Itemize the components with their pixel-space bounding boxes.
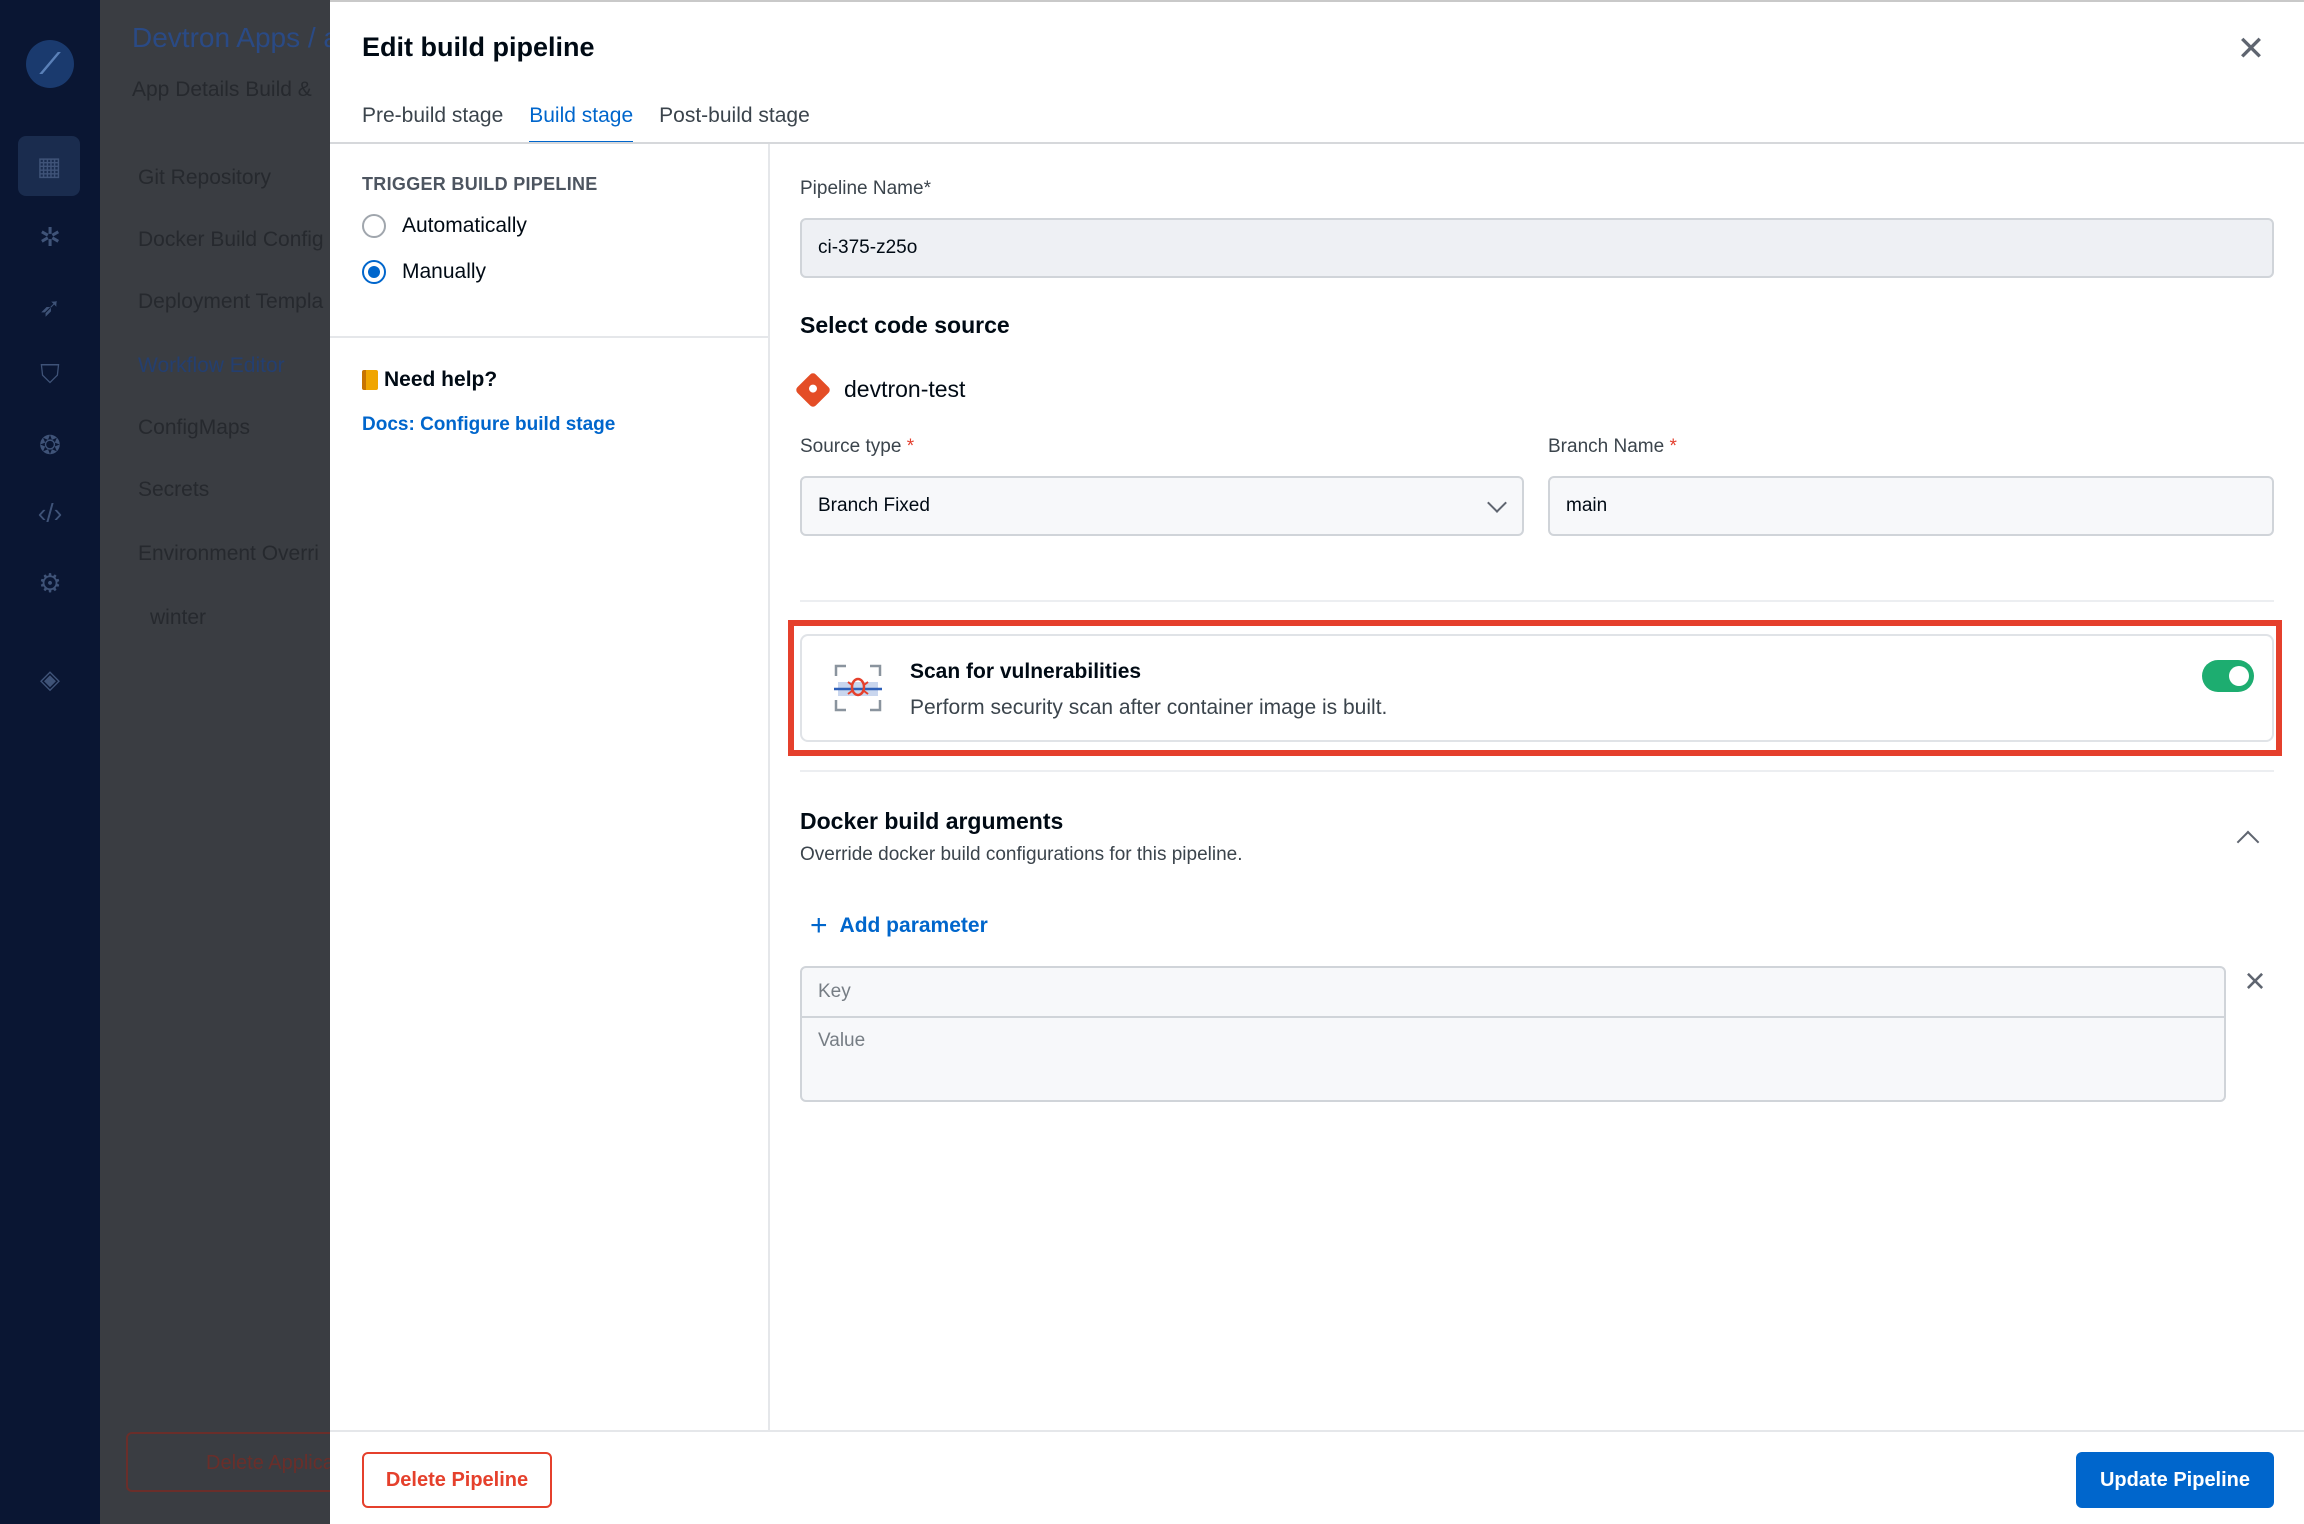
arg-value-input[interactable] xyxy=(802,1018,2224,1100)
pipeline-name-input[interactable]: ci-375-z25o xyxy=(800,218,2274,278)
devtron-logo-icon: ⟋ xyxy=(26,40,74,88)
settings-icon: ⚙ xyxy=(38,567,62,598)
bg-nav-item: Secrets xyxy=(138,478,210,501)
tab-pre-build-stage[interactable]: Pre-build stage xyxy=(362,102,503,144)
add-parameter-button[interactable]: + Add parameter xyxy=(810,909,988,942)
scan-description: Perform security scan after container im… xyxy=(910,696,1388,719)
scan-vulnerabilities-card: Scan for vulnerabilities Perform securit… xyxy=(800,634,2274,742)
divider xyxy=(800,600,2274,602)
trigger-heading: TRIGGER BUILD PIPELINE xyxy=(362,174,598,194)
stage-tabs: Pre-build stage Build stage Post-build s… xyxy=(362,102,810,144)
source-type-select[interactable]: Branch Fixed xyxy=(800,476,1524,536)
branch-name-label-text: Branch Name xyxy=(1548,436,1665,457)
radio-label: Automatically xyxy=(402,214,527,237)
scan-bug-icon xyxy=(834,664,882,712)
chevron-down-icon xyxy=(1487,493,1507,513)
help-title: Need help? xyxy=(362,368,497,392)
branch-name-input[interactable]: main xyxy=(1548,476,2274,536)
radio-automatically[interactable]: Automatically xyxy=(362,214,527,238)
trigger-panel: TRIGGER BUILD PIPELINE Automatically Man… xyxy=(330,144,770,1430)
arg-key-input[interactable] xyxy=(802,968,2224,1018)
source-type-label-text: Source type xyxy=(800,436,902,457)
pipeline-name-label: Pipeline Name* xyxy=(800,178,931,199)
bg-nav-item: ConfigMaps xyxy=(138,416,251,439)
divider xyxy=(800,770,2274,772)
docker-args-description: Override docker build configurations for… xyxy=(800,844,1243,865)
build-stage-form: Pipeline Name* ci-375-z25o Select code s… xyxy=(772,144,2304,1430)
radio-button[interactable] xyxy=(362,214,386,238)
branch-name-label: Branch Name * xyxy=(1548,436,1677,458)
edit-build-pipeline-modal: Edit build pipeline ✕ Pre-build stage Bu… xyxy=(330,0,2304,1524)
help-title-text: Need help? xyxy=(384,368,498,391)
bg-nav-item: Environment Overri xyxy=(138,542,319,565)
close-icon[interactable]: ✕ xyxy=(2234,32,2268,66)
stack-icon: ◈ xyxy=(40,663,60,694)
docs-link[interactable]: Docs: Configure build stage xyxy=(362,414,615,436)
divider xyxy=(330,336,770,338)
docker-args-heading: Docker build arguments xyxy=(800,808,1064,834)
bg-nav-item: Workflow Editor xyxy=(138,354,285,377)
chevron-up-icon[interactable] xyxy=(2236,830,2260,854)
modal-title: Edit build pipeline xyxy=(362,32,595,62)
plus-icon: + xyxy=(810,909,828,942)
bg-breadcrumb: Devtron Apps / a xyxy=(132,22,340,53)
git-icon xyxy=(794,371,832,408)
cluster-icon: ❂ xyxy=(39,429,61,460)
bg-nav-item: winter xyxy=(150,606,207,629)
radio-label: Manually xyxy=(402,260,487,283)
bg-nav-item: Git Repository xyxy=(138,166,272,189)
apps-grid-icon: ▦ xyxy=(18,136,80,196)
tab-post-build-stage[interactable]: Post-build stage xyxy=(659,102,810,144)
scan-toggle[interactable] xyxy=(2202,660,2254,692)
gear-icon: ✲ xyxy=(39,221,61,252)
scan-title: Scan for vulnerabilities xyxy=(910,660,1142,683)
delete-pipeline-button[interactable]: Delete Pipeline xyxy=(362,1452,552,1508)
required-mark: * xyxy=(1669,436,1677,457)
rocket-icon: ➶ xyxy=(39,291,61,322)
repo-row: devtron-test xyxy=(794,371,966,408)
update-pipeline-button[interactable]: Update Pipeline xyxy=(2076,1452,2274,1508)
repo-name: devtron-test xyxy=(844,376,966,402)
code-icon: ‹/› xyxy=(37,497,63,528)
tab-build-stage[interactable]: Build stage xyxy=(529,102,634,144)
modal-footer: Delete Pipeline Update Pipeline xyxy=(330,1430,2304,1524)
add-parameter-label: Add parameter xyxy=(839,914,988,937)
app-sidebar-rail: ⟋ ▦ ✲ ➶ ⛉ ❂ ‹/› ⚙ ◈ xyxy=(0,0,100,1524)
required-mark: * xyxy=(906,436,915,457)
bg-delete-app-button: Delete Applica xyxy=(126,1432,336,1492)
bg-nav-item: Deployment Templa xyxy=(138,290,324,313)
code-source-heading: Select code source xyxy=(800,312,1010,338)
build-arg-row xyxy=(800,966,2226,1102)
radio-button-checked[interactable] xyxy=(362,260,386,284)
book-icon xyxy=(362,370,378,390)
security-icon: ⛉ xyxy=(40,359,60,389)
bg-nav-item: Docker Build Config xyxy=(138,228,324,251)
radio-manually[interactable]: Manually xyxy=(362,260,486,284)
bg-tabs: App Details Build & xyxy=(132,78,312,101)
source-type-value: Branch Fixed xyxy=(818,495,930,516)
remove-icon[interactable]: × xyxy=(2240,963,2270,999)
source-type-label: Source type * xyxy=(800,436,914,458)
